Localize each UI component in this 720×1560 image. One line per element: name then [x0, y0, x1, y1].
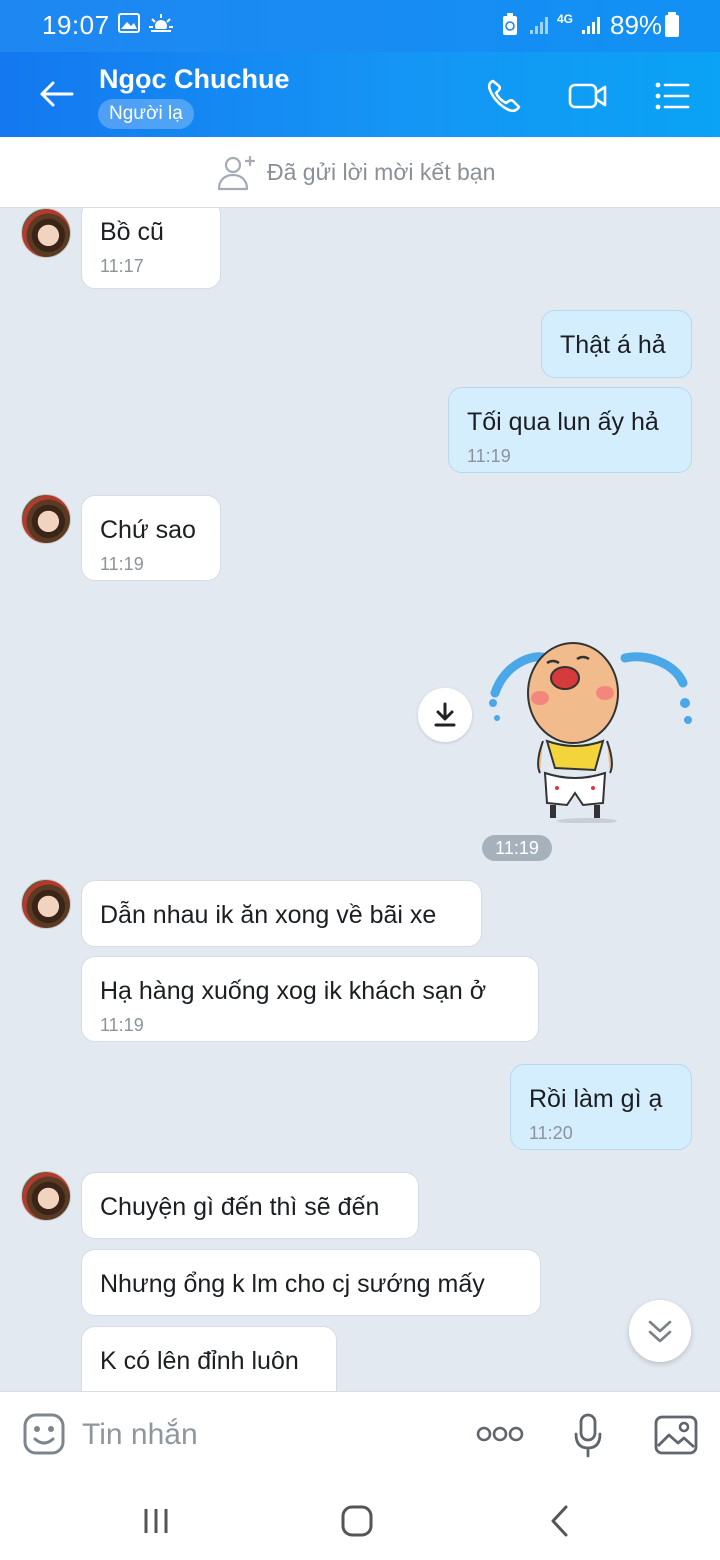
- microphone-icon[interactable]: [572, 1412, 604, 1460]
- avatar[interactable]: [21, 879, 71, 929]
- message-time: 11:19: [100, 1015, 144, 1035]
- message-text: Tối qua lun ấy hả: [467, 408, 659, 436]
- message-text: Nhưng ổng k lm cho cj sướng mấy: [100, 1270, 485, 1298]
- emoji-icon[interactable]: [22, 1412, 66, 1456]
- sticker-time: 11:19: [482, 835, 552, 861]
- message-bubble[interactable]: Thật á hả: [541, 310, 692, 378]
- weather-icon: [149, 14, 173, 33]
- system-nav-bar: [0, 1479, 720, 1560]
- network-type: 4G: [557, 12, 574, 26]
- message-text: Chuyện gì đến thì sẽ đến: [100, 1193, 380, 1221]
- back-nav-icon[interactable]: [540, 1501, 580, 1541]
- message-text: Chứ sao: [100, 516, 196, 544]
- message-input[interactable]: Tin nhắn: [82, 1418, 198, 1452]
- video-call-icon[interactable]: [567, 76, 609, 116]
- message-text: K có lên đỉnh luôn: [100, 1347, 299, 1375]
- message-bubble[interactable]: Dẫn nhau ik ăn xong về bãi xe: [81, 880, 482, 947]
- back-arrow-icon[interactable]: [36, 74, 76, 114]
- message-time: 11:20: [529, 1123, 573, 1143]
- crying-baby-sticker[interactable]: [485, 623, 695, 823]
- status-bar: 19:07 4G 89%: [0, 0, 720, 52]
- message-text: Hạ hàng xuống xog ik khách sạn ở: [100, 977, 487, 1005]
- message-bubble[interactable]: Chứ sao 11:19: [81, 495, 221, 581]
- message-bubble[interactable]: Hạ hàng xuống xog ik khách sạn ở 11:19: [81, 956, 539, 1042]
- message-text: Bồ cũ: [100, 218, 164, 246]
- friend-request-status: Đã gửi lời mời kết bạn: [267, 159, 496, 185]
- battery-saver-icon: [503, 13, 517, 35]
- stranger-badge: Người lạ: [98, 99, 194, 129]
- chat-header: Ngọc Chuchue Người lạ: [0, 52, 720, 137]
- status-time: 19:07: [42, 10, 110, 40]
- battery-percent: 89%: [610, 10, 663, 40]
- scroll-down-button[interactable]: [629, 1300, 691, 1362]
- message-text: Dẫn nhau ik ăn xong về bãi xe: [100, 901, 437, 929]
- message-time: 11:17: [100, 256, 144, 276]
- add-friend-icon: [217, 155, 256, 191]
- message-bubble[interactable]: Nhưng ổng k lm cho cj sướng mấy: [81, 1249, 541, 1316]
- more-options-icon[interactable]: [476, 1424, 524, 1444]
- message-bubble[interactable]: Chuyện gì đến thì sẽ đến: [81, 1172, 419, 1239]
- phone-call-icon[interactable]: [484, 76, 524, 116]
- contact-name[interactable]: Ngọc Chuchue: [99, 64, 290, 95]
- message-time: 11:19: [467, 446, 511, 466]
- message-bubble[interactable]: Rồi làm gì ạ 11:20: [510, 1064, 692, 1150]
- avatar[interactable]: [21, 1171, 71, 1221]
- message-bubble[interactable]: Tối qua lun ấy hả 11:19: [448, 387, 692, 473]
- message-text: Thật á hả: [560, 331, 666, 359]
- home-icon[interactable]: [337, 1501, 377, 1541]
- message-input-bar: Tin nhắn: [0, 1391, 720, 1479]
- signal-icon-1: [530, 17, 548, 34]
- signal-icon-2: [582, 17, 600, 34]
- image-gallery-icon[interactable]: [653, 1414, 699, 1456]
- menu-list-icon[interactable]: [652, 76, 692, 116]
- avatar[interactable]: [21, 494, 71, 544]
- avatar[interactable]: [21, 208, 71, 258]
- message-bubble[interactable]: K có lên đỉnh luôn: [81, 1326, 337, 1391]
- message-bubble[interactable]: Bồ cũ 11:17: [81, 208, 221, 289]
- message-text: Rồi làm gì ạ: [529, 1085, 663, 1113]
- chat-area[interactable]: Bồ cũ 11:17 Thật á hả Tối qua lun ấy hả …: [0, 208, 720, 1391]
- recent-apps-icon[interactable]: [136, 1501, 176, 1541]
- gallery-icon: [118, 13, 140, 33]
- battery-icon: [665, 12, 679, 37]
- message-time: 11:19: [100, 554, 144, 574]
- friend-request-bar: Đã gửi lời mời kết bạn: [0, 137, 720, 208]
- download-icon[interactable]: [418, 688, 472, 742]
